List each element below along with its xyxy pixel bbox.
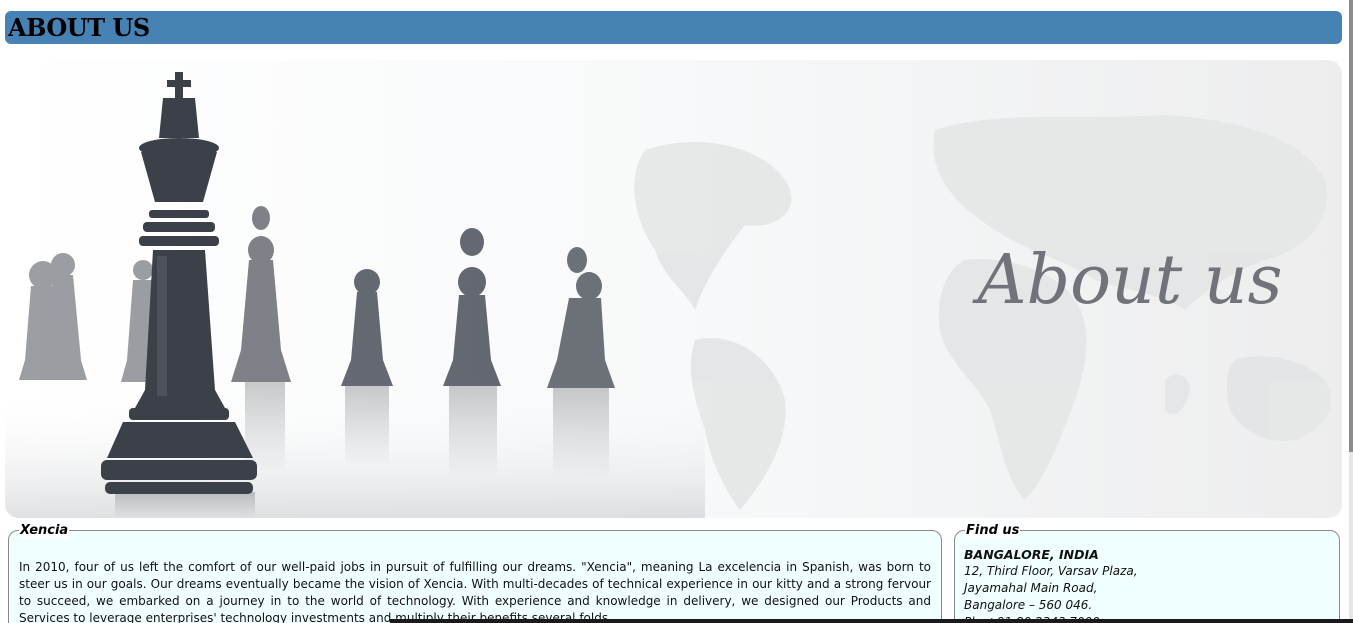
address-line: Jayamahal Main Road, [964, 581, 1098, 595]
page-header: ABOUT US [5, 11, 1342, 44]
address-line: Bangalore – 560 046. [964, 598, 1093, 612]
page-title: ABOUT US [8, 13, 150, 42]
scrollbar-thumb[interactable] [1349, 0, 1353, 452]
find-us-legend: Find us [965, 523, 1021, 539]
find-us-section: Find us BANGALORE, INDIA 12, Third Floor… [954, 523, 1340, 623]
about-paragraph: In 2010, four of us left the comfort of … [19, 560, 931, 623]
address-line: 12, Third Floor, Varsav Plaza, [964, 564, 1138, 578]
banner-caption: About us [971, 241, 1282, 320]
vertical-scrollbar[interactable] [1349, 0, 1353, 623]
city-name: BANGALORE, INDIA [964, 547, 1099, 562]
xencia-section: Xencia In 2010, four of us left the comf… [8, 523, 942, 623]
address-block: BANGALORE, INDIA 12, Third Floor, Varsav… [964, 546, 1138, 623]
about-banner: About us [5, 60, 1342, 518]
xencia-legend: Xencia [19, 523, 70, 539]
horizontal-scrollbar[interactable] [390, 619, 1353, 623]
